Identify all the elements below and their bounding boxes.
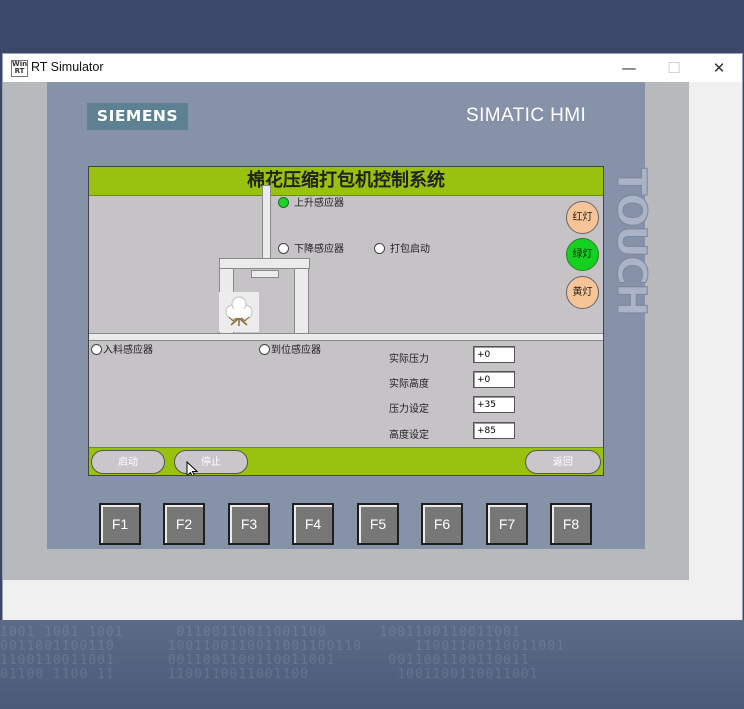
lower-sensor-label: 下降感应器 (294, 244, 344, 255)
feed-sensor-indicator (91, 344, 102, 355)
siemens-logo: SIEMENS (87, 103, 188, 130)
pack-start-label: 打包启动 (390, 244, 430, 255)
pressure-setpoint-label: 压力设定 (389, 404, 429, 415)
maximize-button[interactable]: ☐ (652, 54, 696, 82)
green-lamp: 绿灯 (566, 238, 599, 271)
window-title: RT Simulator (31, 60, 104, 74)
lower-sensor-indicator (278, 243, 289, 254)
red-lamp: 红灯 (566, 201, 599, 234)
f7-key[interactable]: F7 (486, 503, 528, 545)
actual-pressure-label: 实际压力 (389, 354, 429, 365)
back-button[interactable]: 返回 (525, 450, 601, 474)
f4-key[interactable]: F4 (292, 503, 334, 545)
window-titlebar[interactable]: WinCCRT RT Simulator — ☐ ✕ (3, 54, 742, 82)
rt-simulator-window: WinCCRT RT Simulator — ☐ ✕ SIEMENS SIMAT… (3, 54, 742, 620)
press-chamber-right-wall (294, 268, 309, 334)
desktop-wallpaper: 1001 1001 1001 01100110011001100 1001100… (0, 620, 744, 709)
actual-pressure-field: +0 (473, 346, 515, 363)
hmi-panel: SIEMENS SIMATIC HMI TOUCH 棉花压缩打包机控制系统 上升… (47, 82, 655, 549)
close-button[interactable]: ✕ (697, 54, 741, 82)
simatic-hmi-label: SIMATIC HMI (466, 105, 587, 126)
screen-title: 棉花压缩打包机控制系统 (89, 167, 603, 196)
desktop-background (0, 0, 744, 54)
conveyor-base (89, 333, 603, 341)
press-plate (251, 270, 279, 278)
hmi-screen: 棉花压缩打包机控制系统 上升感应器 下降感应器 打包启动 入料感应器 到位感应器… (88, 166, 604, 476)
touch-label: TOUCH (608, 168, 655, 316)
feed-sensor: 入料感应器 (91, 344, 153, 357)
start-button[interactable]: 启动 (91, 450, 165, 474)
actual-height-field: +0 (473, 371, 515, 388)
pack-start-indicator (374, 243, 385, 254)
device-frame: SIEMENS SIMATIC HMI TOUCH 棉花压缩打包机控制系统 上升… (3, 82, 689, 580)
window-body: SIEMENS SIMATIC HMI TOUCH 棉花压缩打包机控制系统 上升… (3, 82, 742, 620)
minimize-button[interactable]: — (607, 54, 651, 82)
height-setpoint-label: 高度设定 (389, 430, 429, 441)
pack-start-sensor: 打包启动 (374, 243, 430, 256)
f6-key[interactable]: F6 (421, 503, 463, 545)
rise-sensor: 上升感应器 (278, 197, 344, 210)
f8-key[interactable]: F8 (550, 503, 592, 545)
feed-sensor-label: 入料感应器 (103, 345, 153, 356)
yellow-lamp: 黄灯 (566, 276, 599, 309)
f2-key[interactable]: F2 (163, 503, 205, 545)
mouse-cursor-icon (186, 460, 199, 475)
press-rod (262, 185, 271, 263)
in-place-sensor: 到位感应器 (259, 344, 321, 357)
rise-sensor-label: 上升感应器 (294, 198, 344, 209)
lower-sensor: 下降感应器 (278, 243, 344, 256)
screen-button-bar: 启动 停止 返回 (89, 447, 603, 475)
app-icon: WinCCRT (11, 60, 28, 77)
f3-key[interactable]: F3 (228, 503, 270, 545)
f1-key[interactable]: F1 (99, 503, 141, 545)
rise-sensor-indicator (278, 197, 289, 208)
in-place-sensor-indicator (259, 344, 270, 355)
actual-height-label: 实际高度 (389, 379, 429, 390)
in-place-sensor-label: 到位感应器 (271, 345, 321, 356)
cotton-icon (219, 292, 259, 332)
height-setpoint-field[interactable]: +85 (473, 422, 515, 439)
pressure-setpoint-field[interactable]: +35 (473, 396, 515, 413)
f5-key[interactable]: F5 (357, 503, 399, 545)
